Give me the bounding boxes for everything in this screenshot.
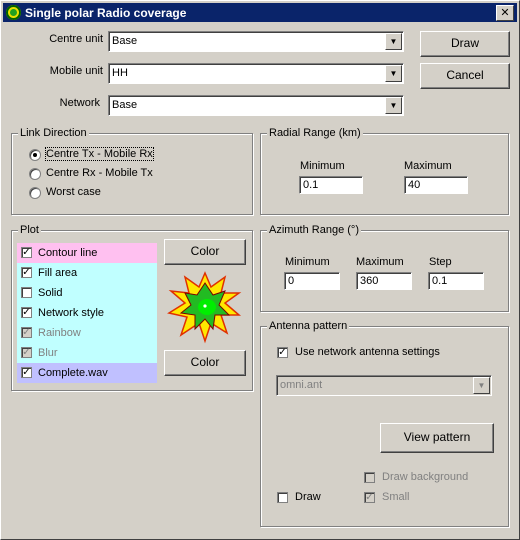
window-title: Single polar Radio coverage xyxy=(25,6,187,20)
title-bar[interactable]: Single polar Radio coverage ✕ xyxy=(3,3,517,22)
checkbox-label: Rainbow xyxy=(38,327,81,339)
checkbox-box[interactable]: ✓ xyxy=(21,347,32,358)
radial-min-value: 0.1 xyxy=(303,179,319,191)
plot-option-blur[interactable]: ✓ Blur xyxy=(17,343,157,363)
chevron-down-icon[interactable]: ▼ xyxy=(385,65,402,82)
radial-range-group: Radial Range (km) xyxy=(260,127,509,215)
view-pattern-button[interactable]: View pattern xyxy=(380,423,494,453)
azimuth-min-label: Minimum xyxy=(285,256,330,268)
azimuth-step-label: Step xyxy=(429,256,452,268)
checkbox-label: Draw xyxy=(295,491,321,503)
radial-range-title: Radial Range (km) xyxy=(267,127,363,139)
checkbox-box[interactable] xyxy=(277,492,288,503)
draw-button[interactable]: Draw xyxy=(420,31,510,57)
radio-label: Centre Tx - Mobile Rx xyxy=(45,147,154,161)
checkbox-label: Fill area xyxy=(38,267,78,279)
checkbox-label: Use network antenna settings xyxy=(295,346,440,358)
chevron-down-icon[interactable]: ▼ xyxy=(473,377,490,394)
plot-option-solid[interactable]: Solid xyxy=(17,283,157,303)
cancel-button[interactable]: Cancel xyxy=(420,63,510,89)
plot-option-contour-line[interactable]: ✓ Contour line xyxy=(17,243,157,263)
plot-option-rainbow[interactable]: ✓ Rainbow xyxy=(17,323,157,343)
mobile-unit-value: HH xyxy=(112,67,128,79)
chevron-down-icon[interactable]: ▼ xyxy=(385,97,402,114)
checkbox-label: Contour line xyxy=(38,247,98,259)
fill-color-button[interactable]: Color xyxy=(164,350,246,376)
radio-dot[interactable] xyxy=(29,168,41,180)
radio-dot[interactable] xyxy=(29,187,41,199)
contour-color-button[interactable]: Color xyxy=(164,239,246,265)
radial-min-input[interactable]: 0.1 xyxy=(299,176,363,194)
close-button[interactable]: ✕ xyxy=(496,5,514,21)
checkbox-label: Network style xyxy=(38,307,105,319)
radio-label: Centre Rx - Mobile Tx xyxy=(46,167,153,179)
checkbox-label: Solid xyxy=(38,287,63,299)
network-value: Base xyxy=(112,99,138,111)
checkbox-box[interactable] xyxy=(364,472,375,483)
radial-max-value: 40 xyxy=(408,179,421,191)
dialog-window: Single polar Radio coverage ✕ Centre uni… xyxy=(0,0,520,540)
antenna-file-value: omni.ant xyxy=(280,379,323,391)
mobile-unit-select[interactable]: HH ▼ xyxy=(108,63,404,84)
checkbox-label: Draw background xyxy=(382,471,469,483)
azimuth-range-group: Azimuth Range (°) xyxy=(260,224,509,312)
plot-title: Plot xyxy=(18,224,41,236)
plot-option-complete-wav[interactable]: ✓ Complete.wav xyxy=(17,363,157,383)
checkbox-box[interactable]: ✓ xyxy=(21,367,32,378)
radio-dot[interactable] xyxy=(29,149,41,161)
chevron-down-icon[interactable]: ▼ xyxy=(385,33,402,50)
plot-option-fill-area[interactable]: ✓ Fill area xyxy=(17,263,157,283)
checkbox-box[interactable]: ✓ xyxy=(364,492,375,503)
antenna-file-select[interactable]: omni.ant ▼ xyxy=(276,375,492,396)
antenna-pattern-title: Antenna pattern xyxy=(267,320,350,332)
mobile-unit-label: Mobile unit xyxy=(49,65,103,77)
centre-unit-select[interactable]: Base ▼ xyxy=(108,31,404,52)
radial-min-label: Minimum xyxy=(300,160,345,172)
azimuth-max-label: Maximum xyxy=(356,256,404,268)
checkbox-box[interactable]: ✓ xyxy=(21,327,32,338)
radio-label: Worst case xyxy=(46,186,101,198)
radial-max-input[interactable]: 40 xyxy=(404,176,468,194)
checkbox-label: Blur xyxy=(38,347,58,359)
network-label: Network xyxy=(59,97,100,109)
azimuth-min-input[interactable]: 0 xyxy=(284,272,340,290)
checkbox-box[interactable] xyxy=(21,287,32,298)
azimuth-step-input[interactable]: 0.1 xyxy=(428,272,484,290)
radial-max-label: Maximum xyxy=(404,160,452,172)
checkbox-label: Small xyxy=(382,491,410,503)
checkbox-box[interactable]: ✓ xyxy=(277,347,288,358)
azimuth-max-input[interactable]: 360 xyxy=(356,272,412,290)
centre-unit-value: Base xyxy=(112,35,138,47)
checkbox-label: Complete.wav xyxy=(38,367,108,379)
azimuth-max-value: 360 xyxy=(360,275,379,287)
centre-unit-label: Centre unit xyxy=(49,33,103,45)
app-icon xyxy=(6,5,21,20)
checkbox-box[interactable]: ✓ xyxy=(21,267,32,278)
plot-option-network-style[interactable]: ✓ Network style xyxy=(17,303,157,323)
azimuth-step-value: 0.1 xyxy=(432,275,448,287)
checkbox-box[interactable]: ✓ xyxy=(21,247,32,258)
checkbox-box[interactable]: ✓ xyxy=(21,307,32,318)
network-select[interactable]: Base ▼ xyxy=(108,95,404,116)
azimuth-min-value: 0 xyxy=(288,275,295,287)
azimuth-range-title: Azimuth Range (°) xyxy=(267,224,361,236)
link-direction-title: Link Direction xyxy=(18,127,89,139)
plot-options-list: ✓ Contour line ✓ Fill area Solid ✓ Network sty… xyxy=(17,243,157,383)
coverage-preview-image xyxy=(167,269,243,345)
